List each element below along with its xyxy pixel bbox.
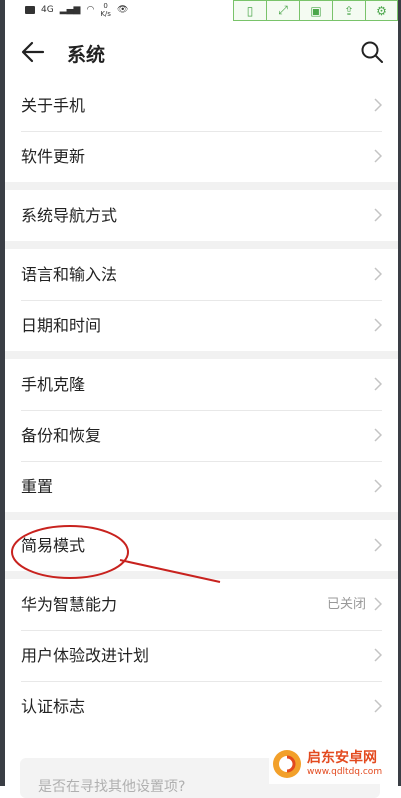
row-about-phone[interactable]: 关于手机 bbox=[5, 80, 398, 131]
row-date-time[interactable]: 日期和时间 bbox=[5, 300, 398, 351]
net-speed-unit: K/s bbox=[100, 10, 111, 18]
row-reset[interactable]: 重置 bbox=[5, 461, 398, 512]
settings-group-backup: 手机克隆 备份和恢复 重置 bbox=[5, 359, 398, 512]
eye-icon: 👁 bbox=[116, 5, 129, 15]
watermark-logo-icon bbox=[273, 750, 301, 778]
row-label: 认证标志 bbox=[21, 697, 86, 716]
settings-group-more: 华为智慧能力 已关闭 用户体验改进计划 认证标志 bbox=[5, 579, 398, 732]
chevron-right-icon bbox=[374, 98, 382, 112]
row-status-value: 已关闭 bbox=[326, 597, 366, 612]
watermark-text: 启东安卓网 www.qdltdq.com bbox=[307, 750, 382, 778]
row-label: 手机克隆 bbox=[21, 375, 86, 394]
signal-bars-icon: ▂▄▆ bbox=[59, 5, 81, 15]
signal-label: 4G bbox=[41, 5, 54, 15]
row-label: 系统导航方式 bbox=[21, 206, 118, 225]
row-label: 华为智慧能力 bbox=[21, 595, 118, 614]
chevron-right-icon bbox=[374, 318, 382, 332]
watermark-url: www.qdltdq.com bbox=[307, 767, 383, 777]
chevron-right-icon bbox=[374, 648, 382, 662]
row-label: 日期和时间 bbox=[21, 316, 102, 335]
save-icon[interactable]: ▣ bbox=[299, 0, 332, 21]
chevron-right-icon bbox=[374, 699, 382, 713]
settings-icon[interactable]: ⚙ bbox=[365, 0, 398, 21]
search-icon[interactable] bbox=[360, 40, 384, 64]
phone-frame-icon[interactable]: ▯ bbox=[233, 0, 266, 21]
wifi-icon: ◠ bbox=[86, 5, 95, 15]
row-label: 备份和恢复 bbox=[21, 426, 102, 445]
back-arrow-icon[interactable] bbox=[19, 38, 47, 66]
row-user-experience[interactable]: 用户体验改进计划 bbox=[5, 630, 398, 681]
settings-group-about: 关于手机 软件更新 bbox=[5, 80, 398, 182]
chevron-right-icon bbox=[374, 149, 382, 163]
row-huawei-intelligence[interactable]: 华为智慧能力 已关闭 bbox=[5, 579, 398, 630]
row-language-input[interactable]: 语言和输入法 bbox=[5, 249, 398, 300]
net-speed: 0 K/s bbox=[100, 2, 111, 18]
row-software-update[interactable]: 软件更新 bbox=[5, 131, 398, 182]
site-watermark: 启东安卓网 www.qdltdq.com bbox=[269, 744, 395, 784]
row-label: 重置 bbox=[21, 477, 54, 496]
group-gap bbox=[5, 351, 398, 359]
app-header: 系统 bbox=[5, 24, 398, 80]
row-label: 用户体验改进计划 bbox=[21, 646, 150, 665]
page-title: 系统 bbox=[67, 44, 106, 66]
row-simple-mode[interactable]: 简易模式 bbox=[5, 520, 398, 571]
sim-card-icon bbox=[25, 6, 35, 14]
chevron-right-icon bbox=[374, 428, 382, 442]
settings-list: 关于手机 软件更新 系统导航方式 语言和输入法 日期和时间 手机克隆 备份和恢复… bbox=[5, 80, 398, 732]
group-gap bbox=[5, 512, 398, 520]
row-label: 简易模式 bbox=[21, 536, 86, 555]
chevron-right-icon bbox=[374, 538, 382, 552]
status-icons: 4G ▂▄▆ ◠ 0 K/s 👁 bbox=[25, 2, 128, 18]
settings-group-language: 语言和输入法 日期和时间 bbox=[5, 249, 398, 351]
status-bar: 4G ▂▄▆ ◠ 0 K/s 👁 ▯ ⤢ ▣ ⇪ ⚙ bbox=[5, 0, 398, 22]
row-label: 软件更新 bbox=[21, 147, 86, 166]
row-system-navigation[interactable]: 系统导航方式 bbox=[5, 190, 398, 241]
chevron-right-icon bbox=[374, 208, 382, 222]
row-phone-clone[interactable]: 手机克隆 bbox=[5, 359, 398, 410]
row-backup-restore[interactable]: 备份和恢复 bbox=[5, 410, 398, 461]
chevron-right-icon bbox=[374, 479, 382, 493]
fullscreen-icon[interactable]: ⤢ bbox=[266, 0, 299, 21]
group-gap bbox=[5, 182, 398, 190]
suggestion-text: 是否在寻找其他设置项? bbox=[38, 779, 186, 795]
group-gap bbox=[5, 241, 398, 249]
chevron-right-icon bbox=[374, 267, 382, 281]
share-icon[interactable]: ⇪ bbox=[332, 0, 365, 21]
settings-group-navigation: 系统导航方式 bbox=[5, 190, 398, 241]
chevron-right-icon bbox=[374, 377, 382, 391]
row-label: 语言和输入法 bbox=[21, 265, 118, 284]
chevron-right-icon bbox=[374, 597, 382, 611]
net-speed-value: 0 bbox=[103, 2, 108, 10]
row-label: 关于手机 bbox=[21, 96, 86, 115]
screenshot-toolbar: ▯ ⤢ ▣ ⇪ ⚙ bbox=[233, 0, 398, 22]
watermark-name: 启东安卓网 bbox=[307, 750, 377, 766]
group-gap bbox=[5, 571, 398, 579]
settings-group-simple-mode: 简易模式 bbox=[5, 520, 398, 571]
row-certification[interactable]: 认证标志 bbox=[5, 681, 398, 732]
